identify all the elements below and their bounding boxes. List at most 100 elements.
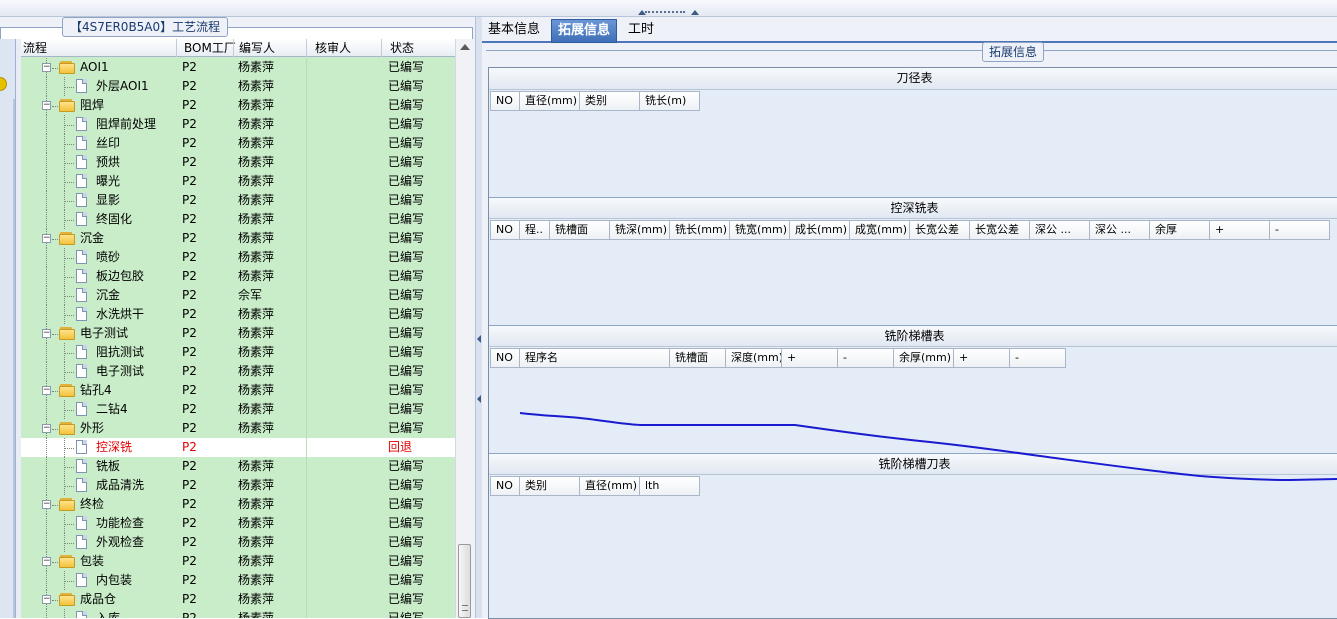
tree-step-row[interactable]: 入库 P2 杨素萍 已编写: [21, 609, 455, 618]
writer-name: 杨素萍: [238, 212, 275, 226]
collapse-toggle-icon[interactable]: −: [42, 557, 51, 566]
tree-step-row[interactable]: 终固化 P2 杨素萍 已编写: [21, 210, 455, 229]
table-column-header[interactable]: NO: [490, 91, 520, 111]
collapse-toggle-icon[interactable]: −: [42, 595, 51, 604]
tree-step-row[interactable]: 板边包胶 P2 杨素萍 已编写: [21, 267, 455, 286]
writer-name: 杨素萍: [238, 345, 275, 359]
tree-line: [46, 305, 47, 324]
tree-group-row[interactable]: − 沉金 P2 杨素萍 已编写: [21, 229, 455, 248]
table-column-header[interactable]: +: [1210, 220, 1270, 240]
table-column-header[interactable]: 成宽(mm): [850, 220, 910, 240]
tree-step-row[interactable]: 铣板 P2 杨素萍 已编写: [21, 457, 455, 476]
table-column-header[interactable]: 直径(mm): [580, 476, 640, 496]
table-column-header[interactable]: 余厚: [1150, 220, 1210, 240]
table-column-header[interactable]: 类别: [580, 91, 640, 111]
tab-work-hours[interactable]: 工时: [622, 19, 660, 43]
table-column-header[interactable]: 余厚(mm): [894, 348, 954, 368]
tree-step-row[interactable]: 内包装 P2 杨素萍 已编写: [21, 571, 455, 590]
collapse-up-arrow-icon[interactable]: [638, 10, 646, 15]
table-column-header[interactable]: 成长(mm): [790, 220, 850, 240]
tree-step-row[interactable]: 水洗烘干 P2 杨素萍 已编写: [21, 305, 455, 324]
tree-step-row[interactable]: 沉金 P2 佘军 已编写: [21, 286, 455, 305]
left-collapsed-strip[interactable]: [0, 39, 16, 618]
top-splitter-bar[interactable]: [0, 0, 1337, 17]
tree-step-row[interactable]: 控深铣 P2 回退: [21, 438, 455, 457]
table-column-header[interactable]: 铣槽面: [550, 220, 610, 240]
tree-group-row[interactable]: − 包装 P2 杨素萍 已编写: [21, 552, 455, 571]
table-column-header[interactable]: NO: [490, 476, 520, 496]
table-column-header[interactable]: -: [1270, 220, 1330, 240]
table-column-header[interactable]: 长宽公差: [910, 220, 970, 240]
tree-step-row[interactable]: 喷砂 P2 杨素萍 已编写: [21, 248, 455, 267]
table-column-header[interactable]: 铣长(m): [640, 91, 700, 111]
tree-step-row[interactable]: 阻抗测试 P2 杨素萍 已编写: [21, 343, 455, 362]
tree-group-row[interactable]: − 电子测试 P2 杨素萍 已编写: [21, 324, 455, 343]
bom-factory: P2: [182, 516, 197, 530]
tree-step-row[interactable]: 曝光 P2 杨素萍 已编写: [21, 172, 455, 191]
table-column-header[interactable]: 直径(mm): [520, 91, 580, 111]
column-header-flow[interactable]: 流程: [23, 40, 47, 56]
table-column-header[interactable]: 深度(mm): [726, 348, 782, 368]
tree-step-row[interactable]: 成品清洗 P2 杨素萍 已编写: [21, 476, 455, 495]
tree-step-row[interactable]: 外观检查 P2 杨素萍 已编写: [21, 533, 455, 552]
table-column-header[interactable]: +: [954, 348, 1010, 368]
table-column-header[interactable]: 铣深(mm): [610, 220, 670, 240]
tree-line: [46, 153, 47, 172]
tree-step-row[interactable]: 功能检查 P2 杨素萍 已编写: [21, 514, 455, 533]
tree-group-row[interactable]: − 成品仓 P2 杨素萍 已编写: [21, 590, 455, 609]
document-icon: [76, 611, 87, 618]
table-column-header[interactable]: NO: [490, 348, 520, 368]
table-column-header[interactable]: 深公 ...: [1090, 220, 1150, 240]
tree-group-row[interactable]: − 外形 P2 杨素萍 已编写: [21, 419, 455, 438]
table-column-header[interactable]: +: [782, 348, 838, 368]
splitter-grip[interactable]: [645, 11, 685, 14]
splitter-left-arrow-icon[interactable]: [477, 335, 481, 343]
scroll-up-arrow-icon[interactable]: [460, 44, 470, 50]
splitter-left-arrow-icon[interactable]: [477, 395, 481, 403]
collapse-up-arrow-icon[interactable]: [691, 10, 699, 15]
tree-step-row[interactable]: 外层AOI1 P2 杨素萍 已编写: [21, 77, 455, 96]
table-column-header[interactable]: 程..: [520, 220, 550, 240]
column-header-status[interactable]: 状态: [390, 40, 414, 56]
table-column-header[interactable]: 铣长(mm): [670, 220, 730, 240]
detail-panel: 基本信息 拓展信息 工时 拓展信息 刀径表 NO 直径(mm) 类别 铣长(m) 控深铣表…: [482, 17, 1337, 619]
collapse-toggle-icon[interactable]: −: [42, 424, 51, 433]
tree-step-row[interactable]: 预烘 P2 杨素萍 已编写: [21, 153, 455, 172]
tree-vertical-scrollbar[interactable]: [455, 39, 473, 618]
table-column-header[interactable]: NO: [490, 220, 520, 240]
collapse-toggle-icon[interactable]: −: [42, 63, 51, 72]
table-column-header[interactable]: 类别: [520, 476, 580, 496]
tree-step-row[interactable]: 显影 P2 杨素萍 已编写: [21, 191, 455, 210]
tree-step-row[interactable]: 电子测试 P2 杨素萍 已编写: [21, 362, 455, 381]
table-column-header[interactable]: 程序名: [520, 348, 670, 368]
tree-step-row[interactable]: 阻焊前处理 P2 杨素萍 已编写: [21, 115, 455, 134]
tab-extended-info[interactable]: 拓展信息: [551, 19, 618, 43]
step-name: 沉金: [80, 231, 105, 245]
table-column-header[interactable]: 铣槽面: [670, 348, 726, 368]
tree-line: [46, 286, 47, 305]
bom-factory: P2: [182, 345, 197, 359]
table-column-header[interactable]: -: [838, 348, 894, 368]
tree-group-row[interactable]: − 阻焊 P2 杨素萍 已编写: [21, 96, 455, 115]
vertical-splitter[interactable]: [475, 17, 482, 618]
collapse-toggle-icon[interactable]: −: [42, 329, 51, 338]
tree-group-row[interactable]: − 钻孔4 P2 杨素萍 已编写: [21, 381, 455, 400]
scroll-thumb[interactable]: [458, 544, 471, 618]
collapse-toggle-icon[interactable]: −: [42, 500, 51, 509]
tree-group-row[interactable]: − 终检 P2 杨素萍 已编写: [21, 495, 455, 514]
table-column-header[interactable]: 长宽公差: [970, 220, 1030, 240]
tree-step-row[interactable]: 二钻4 P2 杨素萍 已编写: [21, 400, 455, 419]
collapse-toggle-icon[interactable]: −: [42, 234, 51, 243]
table-column-header[interactable]: lth: [640, 476, 700, 496]
tree-group-row[interactable]: − AOI1 P2 杨素萍 已编写: [21, 58, 455, 77]
table-column-header[interactable]: 深公 ...: [1030, 220, 1090, 240]
collapse-toggle-icon[interactable]: −: [42, 386, 51, 395]
collapse-toggle-icon[interactable]: −: [42, 101, 51, 110]
table-column-header[interactable]: -: [1010, 348, 1066, 368]
column-header-writer[interactable]: 编写人: [239, 40, 275, 56]
table-column-header[interactable]: 铣宽(mm): [730, 220, 790, 240]
column-header-bom[interactable]: BOM工厂: [184, 40, 236, 56]
column-header-reviewer[interactable]: 核审人: [315, 40, 351, 56]
tab-basic-info[interactable]: 基本信息: [482, 19, 546, 43]
tree-step-row[interactable]: 丝印 P2 杨素萍 已编写: [21, 134, 455, 153]
